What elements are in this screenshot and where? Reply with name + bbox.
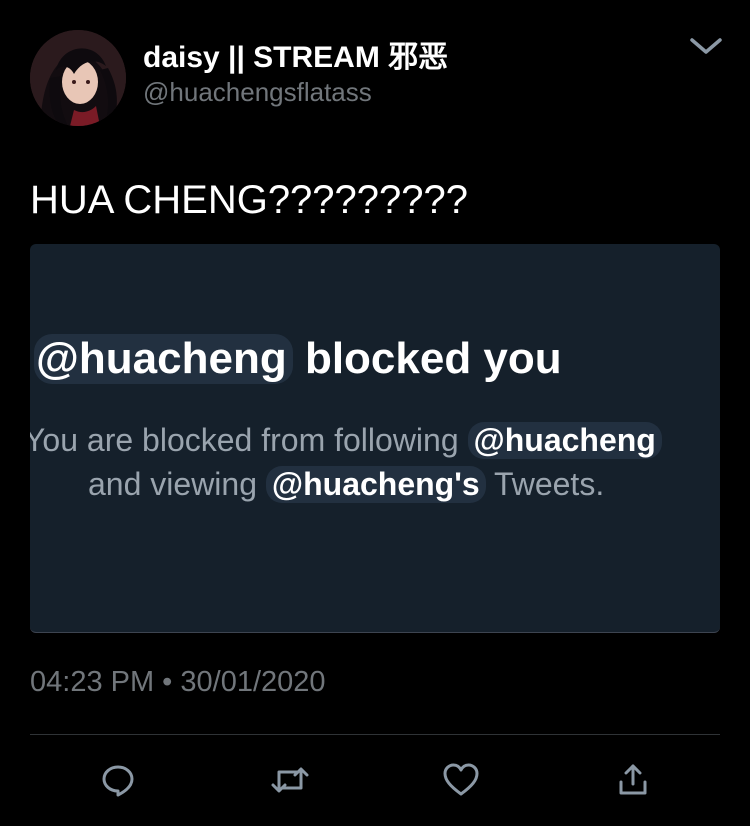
retweet-icon[interactable] [270, 760, 310, 800]
chevron-down-icon[interactable] [688, 34, 724, 58]
media-mention: @huacheng [34, 334, 293, 384]
tweet-text: HUA CHENG????????? [30, 178, 469, 222]
media-heading: @huacheng blocked you [34, 334, 562, 384]
tweet-media-image[interactable]: @huacheng blocked you You are blocked fr… [30, 244, 720, 633]
media-line2-mention: @huacheng's [265, 466, 486, 503]
user-handle[interactable]: @huachengsflatass [143, 77, 372, 108]
display-name[interactable]: daisy || STREAM 邪恶 [143, 32, 448, 76]
media-line1-mention: @huacheng [467, 422, 662, 459]
media-line2-prefix: and viewing [88, 466, 257, 502]
avatar[interactable] [30, 30, 126, 126]
reply-icon[interactable] [98, 760, 138, 800]
heart-icon[interactable] [441, 760, 481, 800]
media-body-line-1: You are blocked from following @huacheng [30, 422, 662, 459]
share-icon[interactable] [613, 760, 653, 800]
media-line1-prefix: You are blocked from following [30, 422, 459, 458]
divider [30, 734, 720, 735]
media-body-line-2: and viewing @huacheng's Tweets. [88, 466, 604, 503]
media-heading-text: blocked you [304, 334, 562, 383]
media-line2-suffix: Tweets. [493, 466, 605, 502]
tweet-timestamp[interactable]: 04:23 PM • 30/01/2020 [30, 666, 326, 699]
